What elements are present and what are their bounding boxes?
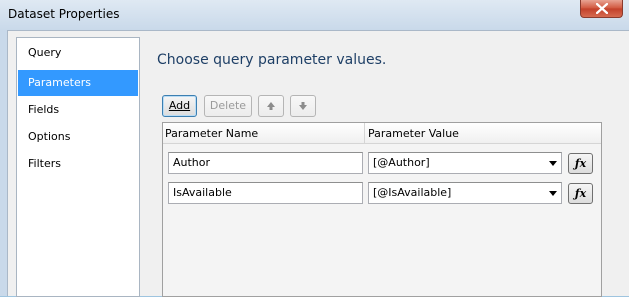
fx-icon: ƒx <box>574 157 587 170</box>
sidebar-item-parameters[interactable]: Parameters <box>18 70 138 96</box>
column-divider[interactable] <box>364 123 365 143</box>
column-header-name: Parameter Name <box>165 127 259 140</box>
move-down-button[interactable] <box>290 95 316 117</box>
grid-header: Parameter Name Parameter Value <box>163 123 601 144</box>
sidebar-item-options[interactable]: Options <box>18 124 138 150</box>
column-header-value: Parameter Value <box>368 127 459 140</box>
add-button[interactable]: Add <box>162 95 197 117</box>
dialog-window: Dataset Properties Query Parameters Fiel… <box>0 0 629 297</box>
sidebar-nav: Query Parameters Fields Options Filters <box>16 37 140 297</box>
title-bar[interactable]: Dataset Properties <box>0 0 629 30</box>
chevron-down-icon[interactable] <box>549 191 557 196</box>
add-button-label: Add <box>168 99 191 112</box>
parameter-value-text: [@IsAvailable] <box>373 186 452 199</box>
move-up-button[interactable] <box>258 95 284 117</box>
sidebar-item-query[interactable]: Query <box>18 40 138 66</box>
parameter-value-combo[interactable]: [@IsAvailable] <box>368 182 562 204</box>
chevron-down-icon[interactable] <box>549 161 557 166</box>
dialog-body: Query Parameters Fields Options Filters … <box>7 30 629 297</box>
delete-button[interactable]: Delete <box>204 95 252 117</box>
sidebar-item-filters[interactable]: Filters <box>18 151 138 177</box>
parameter-name-input[interactable]: IsAvailable <box>168 182 363 204</box>
expression-button[interactable]: ƒx <box>568 153 593 174</box>
fx-icon: ƒx <box>574 187 587 200</box>
arrow-up-icon <box>267 102 275 110</box>
sidebar-item-fields[interactable]: Fields <box>18 97 138 123</box>
expression-button[interactable]: ƒx <box>568 183 593 204</box>
page-heading: Choose query parameter values. <box>157 52 387 68</box>
parameter-grid: Parameter Name Parameter Value Author [@… <box>162 122 602 297</box>
arrow-down-icon <box>299 102 307 110</box>
close-icon <box>596 3 608 14</box>
parameter-value-text: [@Author] <box>373 156 430 169</box>
close-button[interactable] <box>580 0 623 18</box>
parameter-name-input[interactable]: Author <box>168 152 363 174</box>
parameter-value-combo[interactable]: [@Author] <box>368 152 562 174</box>
window-title: Dataset Properties <box>8 7 120 21</box>
